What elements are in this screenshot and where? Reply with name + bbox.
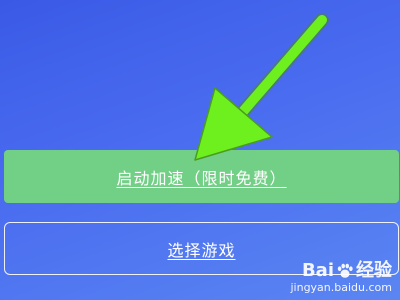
watermark-logo: Bai 经验 xyxy=(290,261,392,281)
baidu-jingyan-watermark: Bai 经验 jingyan.baidu.com xyxy=(290,261,392,294)
select-game-label: 选择游戏 xyxy=(167,240,236,260)
app-screen: 启动加速（限时免费） 选择游戏 Bai 经验 jingyan.baidu.com xyxy=(0,0,400,300)
paw-icon xyxy=(337,263,353,278)
watermark-brand-left: Bai xyxy=(301,260,334,281)
watermark-brand-right: 经验 xyxy=(356,260,392,281)
watermark-url: jingyan.baidu.com xyxy=(290,281,392,294)
start-acceleration-label: 启动加速（限时免费） xyxy=(116,168,287,188)
start-acceleration-button[interactable]: 启动加速（限时免费） xyxy=(4,150,399,203)
